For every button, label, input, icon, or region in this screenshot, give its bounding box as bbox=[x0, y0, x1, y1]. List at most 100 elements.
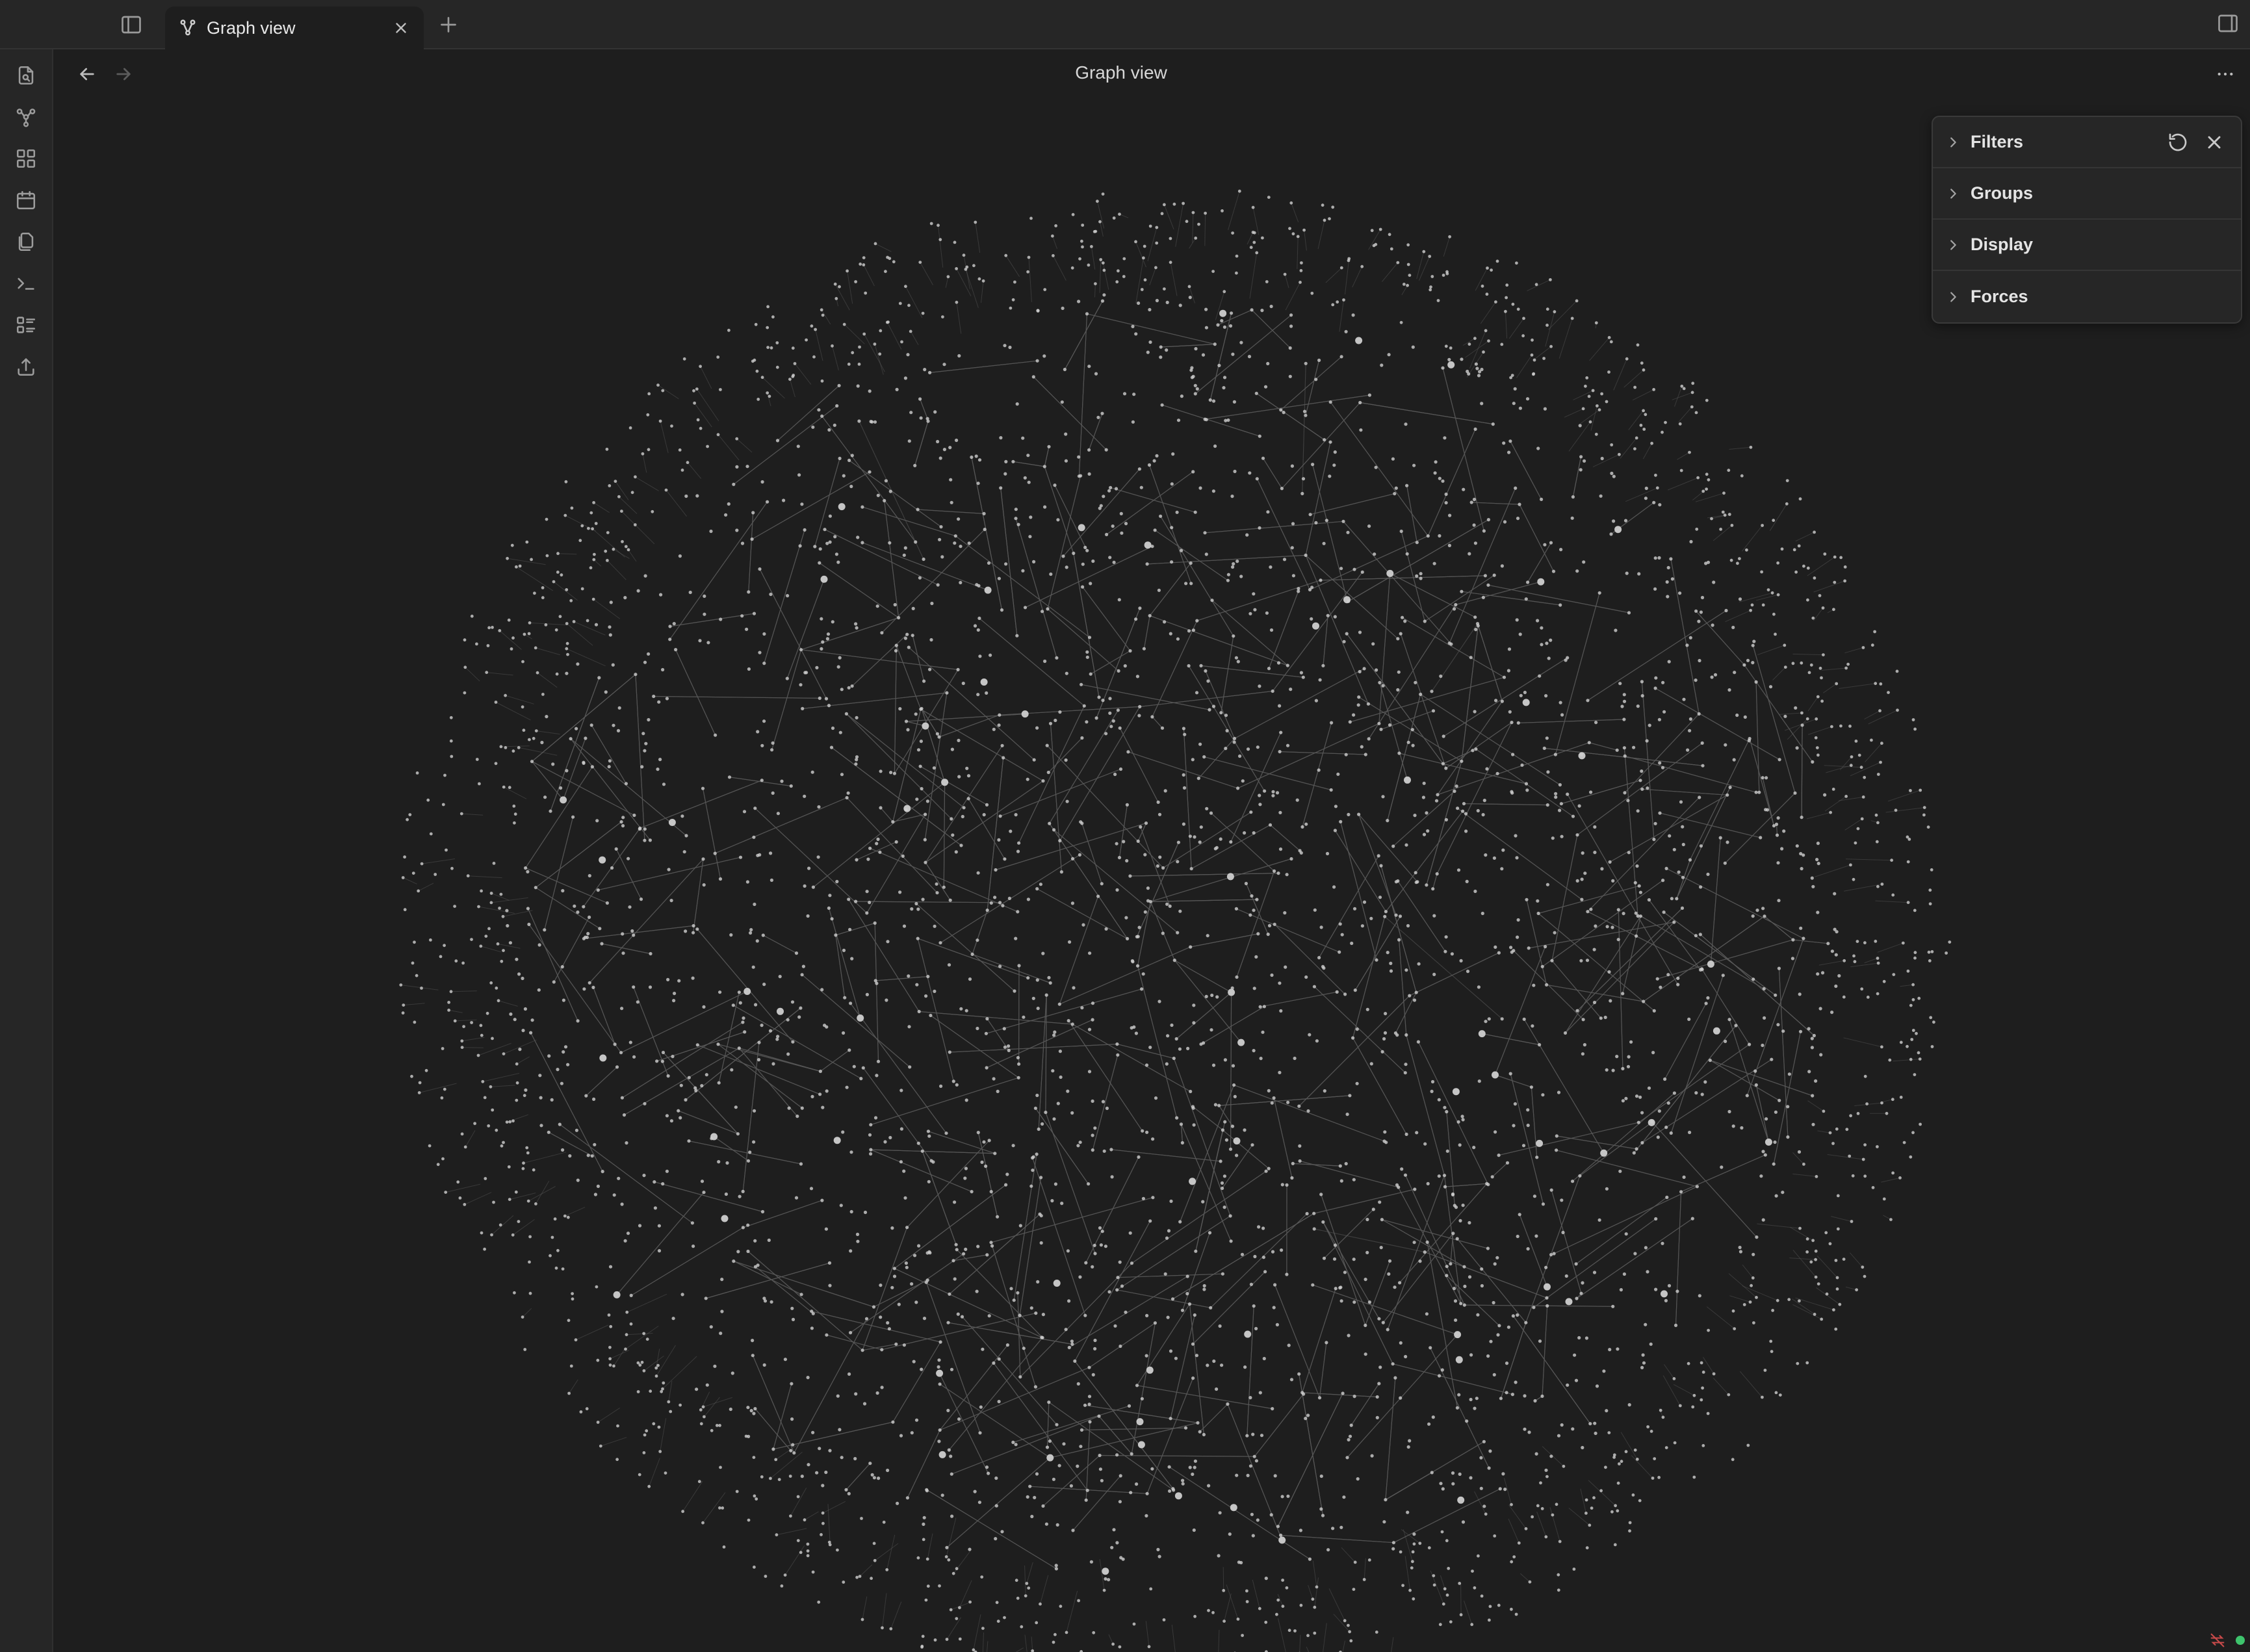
graph-node[interactable] bbox=[1481, 284, 1484, 288]
graph-node[interactable] bbox=[929, 1159, 933, 1163]
graph-node[interactable] bbox=[818, 1069, 822, 1074]
calendar-icon[interactable] bbox=[10, 185, 42, 216]
graph-node[interactable] bbox=[1609, 532, 1613, 536]
graph-node[interactable] bbox=[657, 1224, 662, 1228]
graph-node[interactable] bbox=[919, 740, 923, 743]
graph-node[interactable] bbox=[1522, 699, 1530, 706]
graph-node[interactable] bbox=[1531, 1024, 1534, 1028]
graph-node[interactable] bbox=[1581, 1281, 1584, 1285]
graph-node[interactable] bbox=[985, 1253, 989, 1257]
graph-node[interactable] bbox=[1834, 953, 1838, 957]
graph-node[interactable] bbox=[1140, 987, 1144, 991]
graph-node[interactable] bbox=[1649, 1342, 1653, 1346]
graph-node[interactable] bbox=[586, 1154, 590, 1157]
graph-node[interactable] bbox=[718, 990, 722, 994]
graph-node[interactable] bbox=[678, 554, 682, 558]
graph-node[interactable] bbox=[1235, 271, 1238, 275]
graph-node[interactable] bbox=[1016, 1076, 1020, 1079]
graph-node[interactable] bbox=[669, 1119, 673, 1123]
graph-node[interactable] bbox=[1700, 1092, 1704, 1096]
graph-node[interactable] bbox=[1269, 304, 1273, 309]
graph-node[interactable] bbox=[1625, 357, 1629, 361]
graph-node[interactable] bbox=[1273, 1283, 1277, 1287]
graph-node[interactable] bbox=[849, 484, 853, 489]
graph-node[interactable] bbox=[1187, 1302, 1192, 1306]
graph-node[interactable] bbox=[868, 846, 872, 850]
graph-node[interactable] bbox=[638, 826, 642, 830]
graph-node[interactable] bbox=[828, 540, 832, 544]
graph-node[interactable] bbox=[586, 932, 590, 936]
graph-node[interactable] bbox=[1599, 1016, 1603, 1020]
graph-node[interactable] bbox=[1391, 457, 1395, 461]
graph-node[interactable] bbox=[1776, 816, 1780, 820]
graph-node[interactable] bbox=[872, 1542, 876, 1545]
graph-node[interactable] bbox=[1017, 1062, 1021, 1066]
graph-node[interactable] bbox=[1158, 855, 1162, 859]
graph-node[interactable] bbox=[1667, 1284, 1672, 1287]
graph-node[interactable] bbox=[898, 890, 902, 894]
graph-node[interactable] bbox=[1426, 829, 1430, 833]
graph-node[interactable] bbox=[1250, 308, 1254, 312]
graph-node[interactable] bbox=[1053, 484, 1057, 487]
graph-node[interactable] bbox=[1599, 494, 1603, 498]
graph-node[interactable] bbox=[1425, 1312, 1429, 1316]
graph-node[interactable] bbox=[1627, 611, 1631, 615]
graph-node[interactable] bbox=[1319, 578, 1323, 582]
graph-node[interactable] bbox=[1269, 628, 1274, 632]
graph-node[interactable] bbox=[1494, 945, 1497, 949]
graph-node[interactable] bbox=[1319, 1193, 1323, 1196]
graph-node[interactable] bbox=[1299, 269, 1303, 272]
graph-node[interactable] bbox=[1811, 616, 1815, 620]
graph-node[interactable] bbox=[1560, 1423, 1564, 1427]
graph-node[interactable] bbox=[1449, 1262, 1453, 1266]
graph-node[interactable] bbox=[818, 547, 822, 551]
graph-node[interactable] bbox=[926, 419, 930, 423]
graph-node[interactable] bbox=[849, 1150, 853, 1154]
graph-node[interactable] bbox=[1220, 1181, 1224, 1185]
graph-node[interactable] bbox=[551, 762, 555, 766]
graph-node[interactable] bbox=[1052, 1477, 1055, 1481]
graph-node[interactable] bbox=[894, 643, 898, 647]
graph-node[interactable] bbox=[1087, 1395, 1092, 1399]
graph-node[interactable] bbox=[1055, 656, 1059, 660]
graph-node[interactable] bbox=[1710, 675, 1714, 679]
graph-node[interactable] bbox=[870, 1473, 874, 1477]
graph-node[interactable] bbox=[1081, 224, 1085, 227]
more-horizontal-icon[interactable] bbox=[2210, 58, 2241, 90]
graph-node[interactable] bbox=[847, 1491, 851, 1495]
graph-node[interactable] bbox=[1297, 1372, 1301, 1376]
graph-node[interactable] bbox=[1278, 704, 1282, 708]
graph-node[interactable] bbox=[1930, 1045, 1934, 1048]
graph-node[interactable] bbox=[1657, 1109, 1661, 1113]
graph-node[interactable] bbox=[948, 446, 952, 450]
graph-node[interactable] bbox=[1352, 1178, 1356, 1181]
graph-node[interactable] bbox=[905, 1496, 909, 1500]
graph-node[interactable] bbox=[1213, 444, 1217, 448]
graph-node[interactable] bbox=[736, 1250, 740, 1254]
graph-node[interactable] bbox=[1219, 711, 1223, 715]
graph-node[interactable] bbox=[1666, 565, 1670, 570]
graph-node[interactable] bbox=[1115, 1541, 1119, 1545]
graph-node[interactable] bbox=[1229, 840, 1233, 844]
graph-node[interactable] bbox=[718, 1506, 721, 1510]
graph-node[interactable] bbox=[706, 445, 709, 448]
graph-node[interactable] bbox=[1590, 1506, 1594, 1510]
graph-node[interactable] bbox=[916, 1141, 920, 1145]
graph-node[interactable] bbox=[609, 600, 613, 604]
graph-node[interactable] bbox=[1134, 1031, 1138, 1035]
graph-node[interactable] bbox=[517, 1220, 521, 1223]
graph-node[interactable] bbox=[1506, 1325, 1510, 1329]
graph-node[interactable] bbox=[1485, 767, 1489, 771]
graph-node[interactable] bbox=[1713, 673, 1718, 677]
graph-node[interactable] bbox=[1421, 795, 1425, 799]
graph-node[interactable] bbox=[1721, 974, 1725, 977]
graph-node[interactable] bbox=[1455, 784, 1458, 788]
graph-node[interactable] bbox=[926, 1584, 930, 1588]
graph-node[interactable] bbox=[1181, 1478, 1185, 1482]
graph-node[interactable] bbox=[411, 961, 415, 965]
graph-node[interactable] bbox=[1659, 985, 1662, 989]
graph-node[interactable] bbox=[1412, 463, 1416, 467]
graph-node[interactable] bbox=[1774, 1110, 1778, 1114]
graph-node[interactable] bbox=[1148, 1219, 1152, 1223]
graph-node[interactable] bbox=[977, 277, 981, 281]
